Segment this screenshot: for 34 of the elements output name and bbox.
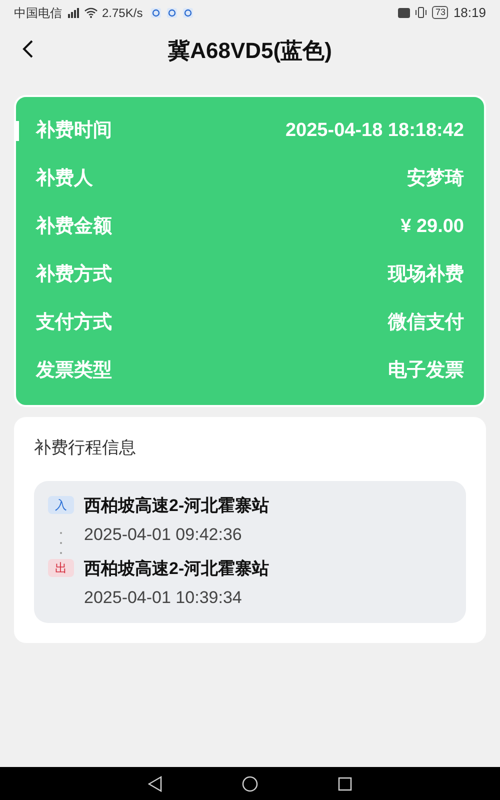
- vibrate-icon: [415, 7, 428, 18]
- field-value: 微信支付: [388, 310, 464, 335]
- field-value: 现场补费: [388, 262, 464, 287]
- stop-time: 2025-04-01 09:42:36: [84, 524, 243, 546]
- field-label: 补费金额: [36, 214, 112, 239]
- field-value: 2025-04-18 18:18:42: [285, 118, 464, 143]
- field-label: 支付方式: [36, 310, 112, 335]
- field-value: ¥ 29.00: [400, 214, 464, 239]
- field-label: 补费人: [36, 166, 93, 191]
- station-name: 西柏坡高速2-河北霍寨站: [84, 558, 270, 580]
- page-title: 冀A68VD5(蓝色): [168, 36, 332, 65]
- section-title: 补费行程信息: [34, 437, 137, 459]
- station-name: 西柏坡高速2-河北霍寨站: [84, 494, 270, 516]
- carrier-name: 中国电信: [14, 4, 62, 22]
- signal-icon: [66, 8, 80, 18]
- field-value: 电子发票: [388, 358, 464, 383]
- notification-icon: [150, 8, 161, 18]
- field-label: 补费时间: [36, 118, 112, 143]
- recents-nav-icon[interactable]: [338, 776, 352, 790]
- stop-badge: 入: [48, 496, 74, 514]
- home-nav-icon[interactable]: [242, 776, 258, 792]
- wifi-icon: [84, 7, 98, 18]
- notification-icon: [166, 8, 177, 18]
- field-value: 安梦琦: [407, 166, 464, 191]
- battery-level: 73: [432, 6, 448, 19]
- field-label: 发票类型: [36, 358, 112, 383]
- back-icon: [22, 39, 34, 59]
- notification-icon: [182, 8, 193, 18]
- stop-time: 2025-04-01 10:39:34: [84, 587, 243, 609]
- back-nav-icon[interactable]: [148, 776, 162, 792]
- stop-badge: 出: [48, 559, 74, 578]
- clock-time: 18:19: [453, 4, 486, 22]
- field-label: 补费方式: [36, 262, 112, 287]
- network-speed: 2.75K/s: [102, 4, 143, 22]
